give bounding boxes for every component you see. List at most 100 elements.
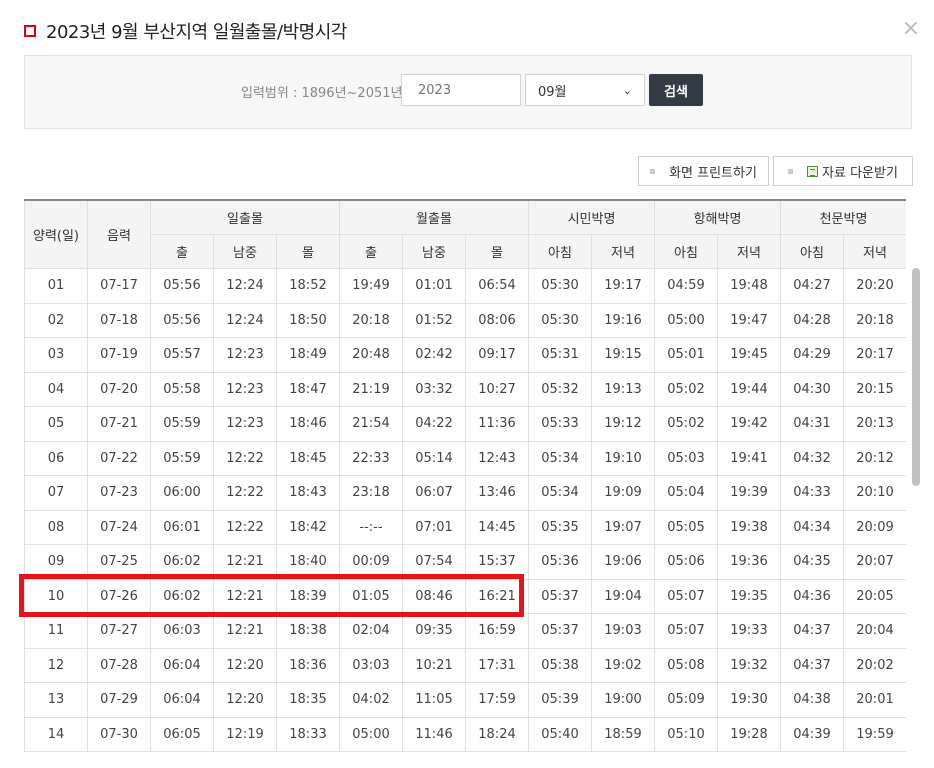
table-cell: 20:05 bbox=[843, 578, 906, 614]
table-cell: 18:33 bbox=[276, 716, 340, 752]
table-cell: 19:45 bbox=[717, 337, 781, 373]
table-cell: 04:35 bbox=[780, 544, 844, 580]
table-cell: 01:01 bbox=[402, 268, 466, 304]
header-sun-set: 몰 bbox=[276, 234, 340, 269]
table-cell: 12:21 bbox=[213, 613, 277, 649]
table-row: 11 07-27 06:03 12:21 18:38 02:04 09:35 16:59 05:… bbox=[24, 613, 906, 649]
table-cell: 19:48 bbox=[717, 268, 781, 304]
table-cell: 20:09 bbox=[843, 509, 906, 545]
table-cell: 07-25 bbox=[87, 544, 151, 580]
table-cell: 14:45 bbox=[465, 509, 529, 545]
table-cell: 20:02 bbox=[843, 647, 906, 683]
table-cell: 05:04 bbox=[654, 475, 718, 511]
header-astronomical-twilight: 천문박명 bbox=[780, 199, 906, 235]
table-cell: 02:04 bbox=[339, 613, 403, 649]
table-cell: 12:23 bbox=[213, 406, 277, 442]
table-cell: 18:40 bbox=[276, 544, 340, 580]
table-cell: 05:32 bbox=[528, 371, 592, 407]
table-cell: 09 bbox=[24, 544, 88, 580]
table-row: 06 07-22 05:59 12:22 18:45 22:33 05:14 12:43 05:… bbox=[24, 440, 906, 476]
table-cell: 07:54 bbox=[402, 544, 466, 580]
table-cell: 19:39 bbox=[717, 475, 781, 511]
table-cell: 18:46 bbox=[276, 406, 340, 442]
table-cell: 05:31 bbox=[528, 337, 592, 373]
table-cell: 19:17 bbox=[591, 268, 655, 304]
table-cell: 07-20 bbox=[87, 371, 151, 407]
table-cell: 02 bbox=[24, 302, 88, 338]
table-cell: 19:07 bbox=[591, 509, 655, 545]
print-button[interactable]: 화면 프린트하기 bbox=[638, 156, 769, 186]
table-cell: 19:59 bbox=[843, 716, 906, 752]
table-cell: 09:35 bbox=[402, 613, 466, 649]
table-cell: 05:36 bbox=[528, 544, 592, 580]
table-scrollbar[interactable] bbox=[909, 268, 923, 768]
header-sun-rise: 출 bbox=[150, 234, 214, 269]
table-cell: 19:09 bbox=[591, 475, 655, 511]
table-cell: 05:38 bbox=[528, 647, 592, 683]
table-cell: 11:05 bbox=[402, 682, 466, 718]
table-cell: 07:01 bbox=[402, 509, 466, 545]
dialog-title: 2023년 9월 부산지역 일월출몰/박명시각 bbox=[24, 18, 347, 44]
table-cell: 04:33 bbox=[780, 475, 844, 511]
table-cell: 23:18 bbox=[339, 475, 403, 511]
table-cell: 19:13 bbox=[591, 371, 655, 407]
table-cell: 12:24 bbox=[213, 268, 277, 304]
month-select[interactable]: 09월 ⌄ bbox=[525, 74, 645, 106]
header-civil-twilight: 시민박명 bbox=[528, 199, 655, 235]
table-row: 04 07-20 05:58 12:23 18:47 21:19 03:32 10:27 05:… bbox=[24, 371, 906, 407]
table-cell: 06:04 bbox=[150, 682, 214, 718]
table-cell: 19:36 bbox=[717, 544, 781, 580]
table-cell: 08:06 bbox=[465, 302, 529, 338]
table-cell: 19:41 bbox=[717, 440, 781, 476]
table-cell: 05:02 bbox=[654, 406, 718, 442]
table-cell: 07-28 bbox=[87, 647, 151, 683]
year-input[interactable] bbox=[401, 74, 521, 106]
table-cell: 20:04 bbox=[843, 613, 906, 649]
table-cell: 19:42 bbox=[717, 406, 781, 442]
table-cell: 12:22 bbox=[213, 509, 277, 545]
table-cell: 04:29 bbox=[780, 337, 844, 373]
table-cell: 19:00 bbox=[591, 682, 655, 718]
table-cell: 12:24 bbox=[213, 302, 277, 338]
download-button[interactable]: 자료 다운받기 bbox=[773, 156, 913, 186]
table-cell: 05:00 bbox=[654, 302, 718, 338]
table-cell: 18:49 bbox=[276, 337, 340, 373]
table-cell: 21:54 bbox=[339, 406, 403, 442]
table-cell: 18:42 bbox=[276, 509, 340, 545]
search-button[interactable]: 검색 bbox=[649, 74, 703, 106]
table-cell: 03:03 bbox=[339, 647, 403, 683]
table-cell: 07-29 bbox=[87, 682, 151, 718]
header-sun-transit: 남중 bbox=[213, 234, 277, 269]
table-cell: 07-26 bbox=[87, 578, 151, 614]
table-cell: 07-19 bbox=[87, 337, 151, 373]
table-cell: 12:19 bbox=[213, 716, 277, 752]
table-cell: 18:47 bbox=[276, 371, 340, 407]
table-row: 02 07-18 05:56 12:24 18:50 20:18 01:52 08:06 05:… bbox=[24, 302, 906, 338]
table-cell: 01:52 bbox=[402, 302, 466, 338]
table-cell: 04:38 bbox=[780, 682, 844, 718]
table-cell: 04:37 bbox=[780, 647, 844, 683]
table-cell: 01 bbox=[24, 268, 88, 304]
table-cell: 06:05 bbox=[150, 716, 214, 752]
header-sun: 일출몰 bbox=[150, 199, 340, 235]
bullet-icon bbox=[650, 168, 656, 174]
table-row: 07 07-23 06:00 12:22 18:43 23:18 06:07 13:46 05:… bbox=[24, 475, 906, 511]
table-cell: 05:30 bbox=[528, 302, 592, 338]
table-cell: 12:20 bbox=[213, 682, 277, 718]
table-cell: 22:33 bbox=[339, 440, 403, 476]
table-cell: 19:04 bbox=[591, 578, 655, 614]
table-cell: 06:02 bbox=[150, 578, 214, 614]
table-cell: 12:21 bbox=[213, 578, 277, 614]
table-cell: 12:22 bbox=[213, 475, 277, 511]
table-cell: 15:37 bbox=[465, 544, 529, 580]
table-cell: 18:35 bbox=[276, 682, 340, 718]
table-cell: 20:18 bbox=[843, 302, 906, 338]
table-cell: 05:57 bbox=[150, 337, 214, 373]
bullet-icon bbox=[788, 168, 794, 174]
table-cell: 19:30 bbox=[717, 682, 781, 718]
table-cell: 20:01 bbox=[843, 682, 906, 718]
table-cell: 21:19 bbox=[339, 371, 403, 407]
scrollbar-thumb[interactable] bbox=[912, 268, 920, 486]
close-icon[interactable]: × bbox=[902, 16, 920, 42]
header-moon: 월출몰 bbox=[339, 199, 529, 235]
